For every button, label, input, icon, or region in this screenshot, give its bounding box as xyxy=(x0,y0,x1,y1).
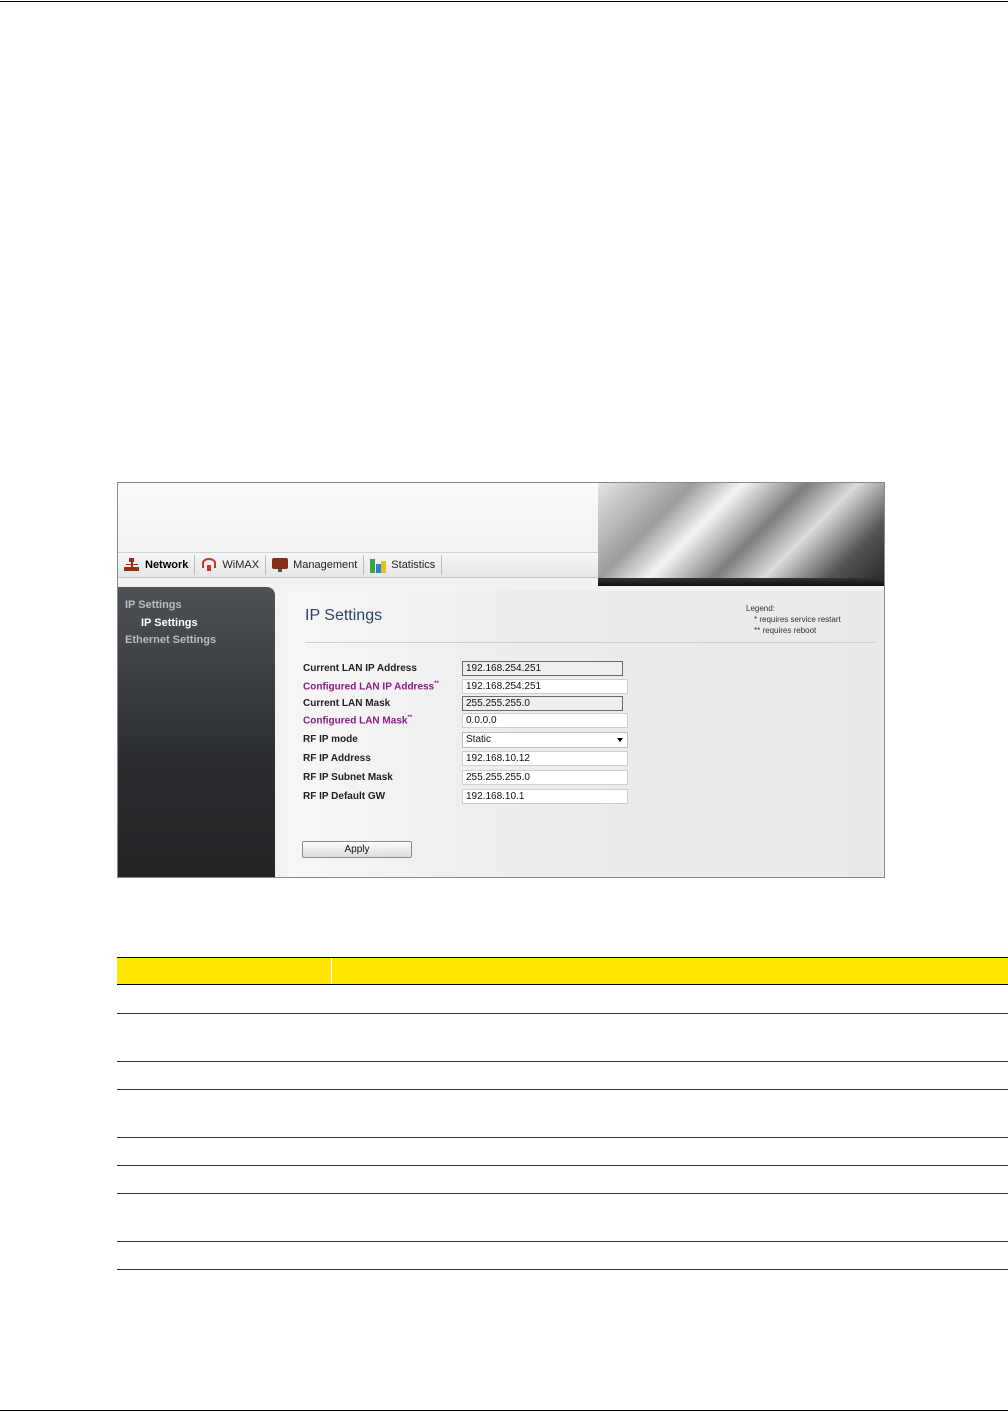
rf-ip-address-label: RF IP Address xyxy=(303,753,371,764)
top-nav: Network WiMAX Management Statistics xyxy=(118,552,598,578)
statistics-icon xyxy=(370,557,387,573)
configured-lan-ip-field[interactable] xyxy=(462,679,628,694)
rf-ip-mode-label: RF IP mode xyxy=(303,734,358,745)
legend-text: requires service restart xyxy=(759,615,841,624)
table-row-rule xyxy=(117,1061,1008,1062)
current-lan-mask-field xyxy=(462,696,623,711)
tab-wimax[interactable]: WiMAX xyxy=(195,555,267,575)
page-bottom-rule xyxy=(0,1410,1008,1411)
legend-text: requires reboot xyxy=(762,626,817,635)
table-header-row xyxy=(117,957,1008,985)
header-image xyxy=(598,483,884,578)
chevron-down-icon xyxy=(617,738,623,742)
table-row-rule xyxy=(117,1013,1008,1014)
rf-ip-subnet-mask-field[interactable] xyxy=(462,770,628,785)
table-row-rule xyxy=(117,1241,1008,1242)
table-row-rule xyxy=(117,1137,1008,1138)
legend-item: ** requires reboot xyxy=(746,625,841,636)
rf-ip-default-gw-label: RF IP Default GW xyxy=(303,791,386,802)
configured-lan-mask-label: Configured LAN Mask** xyxy=(303,715,413,727)
tab-network[interactable]: Network xyxy=(118,555,196,575)
rf-ip-mode-value: Static xyxy=(466,734,492,745)
legend-heading: Legend: xyxy=(746,604,775,613)
table-row-rule xyxy=(117,1269,1008,1270)
tab-wimax-label: WiMAX xyxy=(222,559,260,571)
legend-mark: * xyxy=(754,615,758,624)
rf-ip-default-gw-field[interactable] xyxy=(462,789,628,804)
configured-lan-mask-field[interactable] xyxy=(462,713,628,728)
table-row-rule xyxy=(117,1089,1008,1090)
table-row-rule xyxy=(117,1193,1008,1194)
network-icon xyxy=(124,557,140,573)
legend-item: * requires service restart xyxy=(746,614,841,625)
rf-ip-subnet-mask-label: RF IP Subnet Mask xyxy=(303,772,393,783)
sidebar-subitem-ip-settings[interactable]: IP Settings xyxy=(141,617,198,629)
current-lan-ip-field xyxy=(462,661,623,676)
legend-mark: ** xyxy=(754,626,761,635)
management-icon xyxy=(272,557,289,573)
router-web-ui-screenshot: Network WiMAX Management Statistics IP S… xyxy=(117,482,885,878)
configured-lan-ip-label: Configured LAN IP Address** xyxy=(303,681,439,693)
tab-statistics-label: Statistics xyxy=(391,559,436,571)
tab-management[interactable]: Management xyxy=(266,555,365,575)
table-row-rule xyxy=(117,1165,1008,1166)
apply-button[interactable]: Apply xyxy=(302,841,412,858)
page-title: IP Settings xyxy=(305,607,383,624)
page-top-rule xyxy=(0,1,1008,2)
tab-network-label: Network xyxy=(145,559,189,571)
tab-statistics[interactable]: Statistics xyxy=(364,555,443,575)
sidebar: IP Settings IP Settings Ethernet Setting… xyxy=(118,587,275,877)
rf-ip-address-field[interactable] xyxy=(462,751,628,766)
sidebar-item-ip-settings[interactable]: IP Settings xyxy=(125,599,182,611)
wimax-icon xyxy=(201,557,217,573)
content-panel: IP Settings Legend: * requires service r… xyxy=(288,591,884,877)
header-dark-strip xyxy=(598,578,884,586)
table-header-divider xyxy=(331,958,332,984)
current-lan-ip-label: Current LAN IP Address xyxy=(303,663,417,674)
legend: Legend: * requires service restart ** re… xyxy=(746,603,841,636)
tab-management-label: Management xyxy=(293,559,358,571)
sidebar-item-ethernet-settings[interactable]: Ethernet Settings xyxy=(125,634,216,646)
current-lan-mask-label: Current LAN Mask xyxy=(303,698,391,709)
rf-ip-mode-select[interactable]: Static xyxy=(462,732,628,748)
title-divider xyxy=(305,642,875,643)
